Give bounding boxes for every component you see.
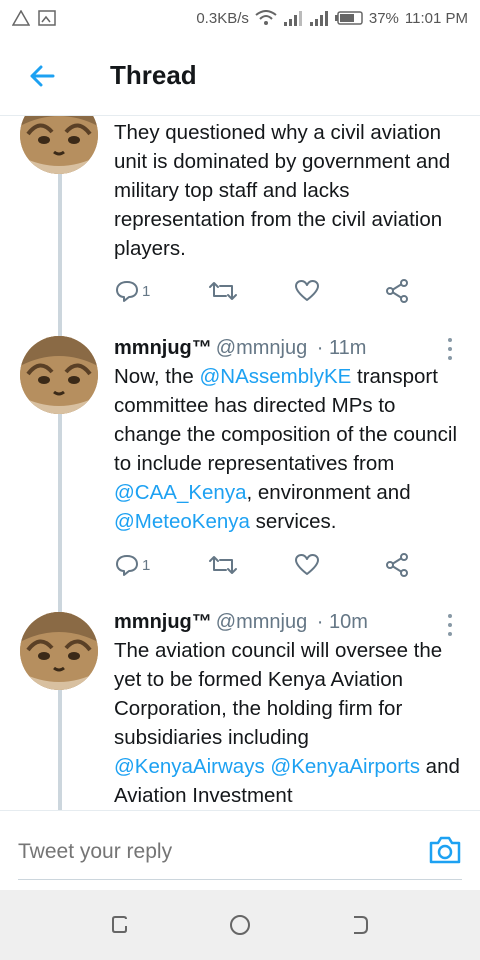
heart-icon	[295, 554, 319, 575]
mention-link[interactable]: @CAA_Kenya	[114, 481, 247, 504]
reply-underline	[18, 879, 462, 880]
recent-apps-button[interactable]	[100, 905, 140, 945]
tweet-text: They questioned why a civil aviation uni…	[114, 118, 460, 263]
retweet-icon	[209, 556, 237, 574]
reply-button[interactable]: 1	[114, 279, 208, 303]
author-handle: @mmnjug	[215, 337, 308, 359]
back-arrow-icon	[30, 65, 55, 86]
reply-button[interactable]: 1	[114, 553, 208, 577]
cat-avatar-image	[20, 612, 98, 690]
author-name[interactable]: mmnjug™	[114, 611, 212, 633]
reply-icon	[116, 281, 138, 302]
reply-count: 1	[142, 556, 151, 574]
page-title: Thread	[110, 60, 197, 90]
cat-avatar-image	[20, 116, 98, 174]
tweet-header: mmnjug™ @mmnjug · 11m	[114, 334, 460, 362]
tweet-header: mmnjug™ @mmnjug · 10m	[114, 608, 460, 636]
share-icon	[386, 553, 408, 577]
tweet-text: Now, the @NAssemblyKE transport committe…	[114, 362, 460, 536]
status-left-icons	[12, 10, 56, 26]
network-speed: 0.3KB/s	[196, 9, 249, 27]
author-handle: @mmnjug	[215, 611, 308, 633]
cat-avatar-image	[20, 336, 98, 414]
tweet-text-segment: services.	[249, 510, 337, 533]
tweet[interactable]: mmnjug™ @mmnjug · 10m The aviation counci…	[0, 608, 480, 810]
tweet-text-segment: Now, the	[114, 365, 200, 388]
mention-link[interactable]: @KenyaAirways	[114, 755, 265, 778]
status-bar: 0.3KB/s 37% 11:01 PM	[0, 0, 480, 36]
tweet[interactable]: They questioned why a civil aviation uni…	[0, 116, 480, 326]
back-nav-button[interactable]	[340, 905, 380, 945]
share-icon	[386, 279, 408, 303]
avatar[interactable]	[20, 612, 98, 690]
author-name[interactable]: mmnjug™	[114, 337, 212, 359]
share-button[interactable]	[384, 278, 410, 304]
mention-link[interactable]: @MeteoKenya	[114, 510, 250, 533]
reply-bar	[0, 810, 480, 890]
mention-link[interactable]: @NAssemblyKE	[199, 365, 351, 388]
tweet-actions: 1	[114, 276, 424, 306]
home-circle-icon	[230, 915, 250, 935]
tweet-text-segment: They questioned why a civil aviation uni…	[114, 121, 451, 260]
avatar[interactable]	[20, 336, 98, 414]
reply-count: 1	[142, 282, 151, 300]
tweet-actions: 1	[114, 550, 424, 580]
tweet[interactable]: mmnjug™ @mmnjug · 11m Now, the @NAssembly…	[0, 334, 480, 604]
thread-list[interactable]: They questioned why a civil aviation uni…	[0, 116, 480, 810]
camera-icon	[429, 836, 461, 864]
tweet-text: The aviation council will oversee the ye…	[114, 636, 460, 810]
alert-triangle-icon	[12, 10, 30, 26]
app-bar: Thread	[0, 36, 480, 116]
share-button[interactable]	[384, 552, 410, 578]
like-button[interactable]	[294, 553, 384, 577]
back-nav-icon	[354, 916, 368, 934]
heart-icon	[295, 280, 319, 301]
signal-icon-1	[283, 11, 302, 26]
wifi-icon	[255, 10, 277, 25]
avatar[interactable]	[20, 116, 98, 174]
mention-link[interactable]: @KenyaAirports	[270, 755, 420, 778]
like-button[interactable]	[294, 279, 384, 303]
tweet-text-segment: , environment and	[246, 481, 411, 504]
tweet-time: · 10m	[316, 611, 368, 633]
screenshot-icon	[38, 10, 56, 26]
camera-button[interactable]	[428, 835, 462, 867]
system-nav-bar	[0, 890, 480, 960]
recent-apps-icon	[112, 916, 127, 933]
retweet-button[interactable]	[208, 280, 294, 302]
home-button[interactable]	[220, 905, 260, 945]
reply-input[interactable]	[18, 837, 418, 867]
back-button[interactable]	[12, 46, 72, 106]
battery-percent: 37%	[368, 9, 399, 27]
clock: 11:01 PM	[404, 9, 468, 27]
retweet-button[interactable]	[208, 554, 294, 576]
tweet-text-segment: The aviation council will oversee the ye…	[114, 639, 443, 749]
signal-icon-2	[309, 11, 328, 26]
tweet-time: · 11m	[316, 337, 367, 359]
battery-icon	[334, 11, 363, 25]
status-right: 0.3KB/s 37% 11:01 PM	[196, 10, 468, 27]
reply-icon	[116, 555, 138, 576]
retweet-icon	[209, 282, 237, 300]
